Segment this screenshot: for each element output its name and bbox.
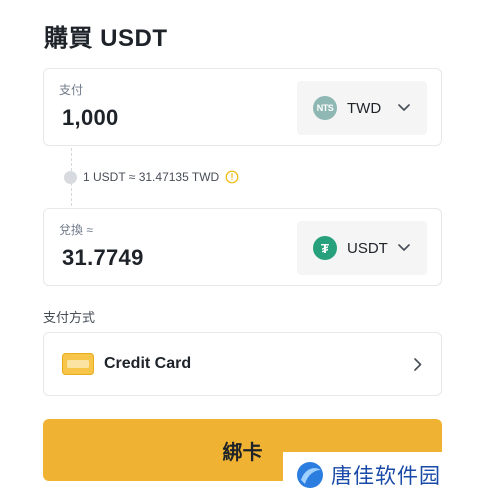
watermark: 唐佳软件园	[283, 452, 479, 498]
payment-method-select[interactable]: Credit Card	[43, 332, 442, 396]
credit-card-icon	[62, 353, 94, 375]
pay-currency-code: TWD	[347, 99, 382, 117]
receive-currency-select[interactable]: ₮ USDT	[297, 221, 427, 275]
chevron-down-icon	[397, 241, 411, 255]
exchange-rate: 1 USDT ≈ 31.47135 TWD	[64, 170, 239, 184]
watermark-text: 唐佳软件园	[331, 464, 441, 488]
page-title: 購買 USDT	[44, 25, 168, 52]
pay-label: 支付	[59, 83, 84, 97]
payment-method-label: 支付方式	[43, 310, 96, 325]
pay-amount-card: 支付 1,000 NTS TWD	[43, 68, 442, 146]
pay-amount-input[interactable]: 1,000	[62, 105, 119, 131]
twd-coin-icon: NTS	[313, 96, 337, 120]
chevron-right-icon	[411, 357, 425, 371]
buy-usdt-page: 購買 USDT 支付 1,000 NTS TWD 1 USDT ≈ 31.471…	[0, 0, 481, 500]
pay-currency-select[interactable]: NTS TWD	[297, 81, 427, 135]
exchange-rate-text: 1 USDT ≈ 31.47135 TWD	[83, 170, 220, 184]
receive-label: 兌換 ≈	[59, 223, 93, 237]
info-icon[interactable]	[225, 170, 239, 184]
rate-dot-icon	[64, 170, 77, 184]
chevron-down-icon	[397, 101, 411, 115]
receive-amount-input[interactable]: 31.7749	[62, 245, 144, 271]
usdt-coin-icon: ₮	[313, 236, 337, 260]
receive-currency-code: USDT	[347, 239, 388, 257]
payment-method-name: Credit Card	[104, 355, 192, 372]
receive-amount-card: 兌換 ≈ 31.7749 ₮ USDT	[43, 208, 442, 286]
watermark-logo-icon	[295, 460, 325, 490]
